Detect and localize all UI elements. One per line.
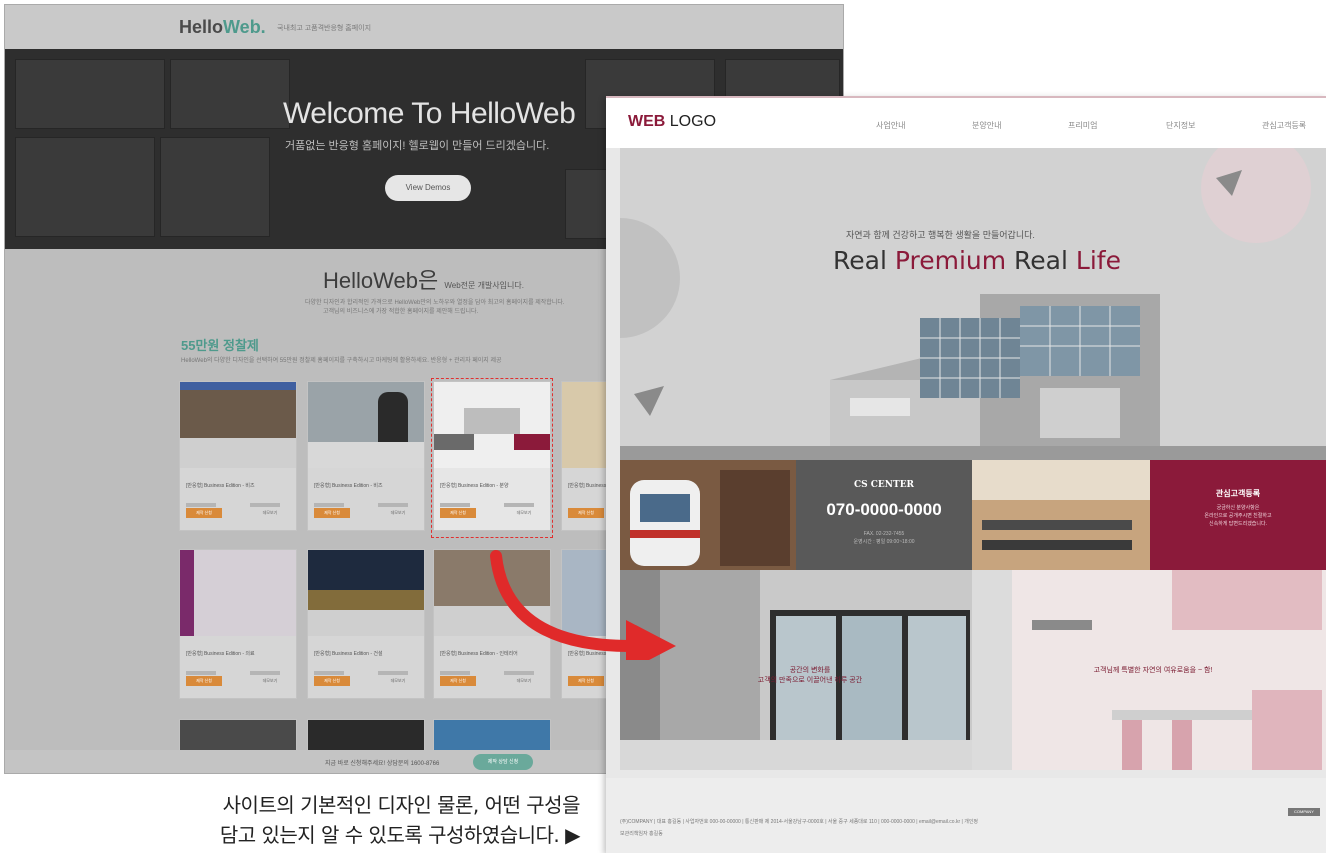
hero-subtitle: 자연과 함께 건강하고 행복한 생활을 만들어갑니다. xyxy=(846,230,1035,240)
logo-tagline: 국내최고 고품격반응형 홈페이지 xyxy=(277,25,372,32)
consult-button[interactable]: 제작 상담 신청 xyxy=(473,754,533,770)
detail-screenshot: WEB LOGO 사업안내 분양안내 프리미엄 단지정보 관심고객등록 자연과 … xyxy=(606,96,1326,853)
left-mid-desc: 고객님의 비즈니스에 가장 적합한 홈페이지를 제안해 드립니다. xyxy=(323,309,479,315)
footer-line-1: (주)COMPANY | 대표 홍길동 | 사업자번호 000-00-00000… xyxy=(620,819,979,825)
cs-phone: 070-0000-0000 xyxy=(826,500,942,519)
right-bottom-row: 공간의 변화를 고객의 만족으로 이끌어낸 하루 공간 고객님께 특별한 자연의… xyxy=(620,570,1326,770)
footer-badge: COMPANY xyxy=(1288,808,1320,816)
cs-title: CS CENTER xyxy=(853,480,915,490)
card-thumbnail xyxy=(308,550,424,636)
stage: HelloWeb. 국내최고 고품격반응형 홈페이지 Welcome To He… xyxy=(0,0,1326,853)
hero-title: Real Premium Real Life xyxy=(833,246,1121,275)
order-button[interactable]: 제작 신청 xyxy=(314,508,350,518)
left-mid-desc: 다양한 디자인과 합리적인 가격으로 HelloWeb만의 노하우와 열정을 담… xyxy=(305,300,565,306)
nav-item-register[interactable]: 관심고객등록 xyxy=(1262,120,1306,131)
helloweb-logo[interactable]: HelloWeb. xyxy=(179,17,266,38)
nav-item-business[interactable]: 사업안내 xyxy=(876,120,905,131)
hero-bg-tile xyxy=(15,59,165,129)
section-title: 55만원 정찰제 xyxy=(181,338,259,353)
demo-button[interactable]: 데모보기 xyxy=(250,508,290,518)
caption-line-1: 사이트의 기본적인 디자인 물론, 어떤 구성을 xyxy=(222,793,581,817)
nav-item-complex[interactable]: 단지정보 xyxy=(1166,120,1195,131)
card-thumbnail xyxy=(180,550,296,636)
demo-button[interactable]: 데모보기 xyxy=(378,676,418,686)
section-desc: HelloWeb의 다양한 디자인을 선택하여 55만원 정찰제 홈페이지를 구… xyxy=(181,358,502,364)
bottom-contact-text: 지금 바로 신청해주세요! 상담문의 1600-8766 xyxy=(325,761,440,767)
register-title: 관심고객등록 xyxy=(1215,489,1261,498)
interior-photo-2: 고객님께 특별한 자연의 여유로움을 ~ 함! xyxy=(972,570,1326,770)
left-header: HelloWeb. 국내최고 고품격반응형 홈페이지 xyxy=(5,5,843,49)
caption-line-2: 담고 있는지 알 수 있도록 구성하였습니다. ▶ xyxy=(219,823,581,847)
card-thumbnail xyxy=(180,382,296,468)
order-button[interactable]: 제작 신청 xyxy=(568,508,604,518)
interior-caption-2: 고객님께 특별한 자연의 여유로움을 ~ 함! xyxy=(1093,667,1213,674)
template-card[interactable]: [반응형] Business Edition - 비즈 제작 신청 데모보기 xyxy=(179,381,297,531)
right-footer: (주)COMPANY | 대표 홍길동 | 사업자번호 000-00-00000… xyxy=(606,778,1326,853)
order-button[interactable]: 제작 신청 xyxy=(440,676,476,686)
order-button[interactable]: 제작 신청 xyxy=(568,676,604,686)
order-button[interactable]: 제작 신청 xyxy=(314,676,350,686)
order-button[interactable]: 제작 신청 xyxy=(186,676,222,686)
template-card[interactable]: [반응형] Business Edition - 비즈 제작 신청 데모보기 xyxy=(307,381,425,531)
web-logo[interactable]: WEB LOGO xyxy=(628,113,716,131)
card-thumbnail xyxy=(308,382,424,468)
left-mid-title: HelloWeb은 Web전문 개발사입니다. xyxy=(323,268,524,293)
left-hero-subtitle: 거품없는 반응형 홈페이지! 헬로웹이 만들어 드리겠습니다. xyxy=(285,140,550,152)
order-button[interactable]: 제작 신청 xyxy=(186,508,222,518)
gym-photo xyxy=(972,460,1150,570)
nav-item-premium[interactable]: 프리미엄 xyxy=(1068,120,1097,131)
left-hero-title: Welcome To HelloWeb xyxy=(283,97,576,130)
cs-info: FAX. 02-232-7455 운영시간 : 평일 09:00~18:00 xyxy=(853,531,915,545)
footer-line-2: 보관리책임자 홍길동 xyxy=(620,831,663,837)
template-card[interactable]: [반응형] Business Edition - 의료 제작 신청 데모보기 xyxy=(179,549,297,699)
nav-item-sales[interactable]: 분양안내 xyxy=(972,120,1001,131)
right-hero: 자연과 함께 건강하고 행복한 생활을 만들어갑니다. Real Premium… xyxy=(620,148,1326,460)
demo-button[interactable]: 데모보기 xyxy=(504,676,544,686)
right-header: WEB LOGO 사업안내 분양안내 프리미엄 단지정보 관심고객등록 xyxy=(606,98,1326,148)
demo-button[interactable]: 데모보기 xyxy=(250,676,290,686)
demo-button[interactable]: 데모보기 xyxy=(378,508,418,518)
red-curved-arrow-icon xyxy=(490,550,676,660)
view-demos-button[interactable]: View Demos xyxy=(385,175,471,201)
hero-bg-tile xyxy=(15,137,155,237)
caption: 사이트의 기본적인 디자인 물론, 어떤 구성을 담고 있는지 알 수 있도록 … xyxy=(219,790,581,850)
hero-bg-tile xyxy=(160,137,270,237)
template-card[interactable]: [반응형] Business Edition - 건설 제작 신청 데모보기 xyxy=(307,549,425,699)
register-desc: 궁금하신 분양사항은 온라인으로 공개주시면 친절하고 신속하게 답변드리겠습니… xyxy=(1204,505,1272,527)
cs-center-panel: CS CENTER 070-0000-0000 FAX. 02-232-7455… xyxy=(796,460,972,570)
gym-illustration xyxy=(972,460,1150,570)
highlight-dashed-box xyxy=(431,378,553,538)
interior-caption-1: 공간의 변화를 고객의 만족으로 이끌어낸 하루 공간 xyxy=(757,667,863,684)
right-mid-row: CS CENTER 070-0000-0000 FAX. 02-232-7455… xyxy=(620,460,1326,570)
hero-illustration xyxy=(620,148,1326,460)
hero-bg-tile xyxy=(170,59,290,129)
register-panel[interactable]: 관심고객등록 궁금하신 분양사항은 온라인으로 공개주시면 친절하고 신속하게 … xyxy=(1150,460,1326,570)
